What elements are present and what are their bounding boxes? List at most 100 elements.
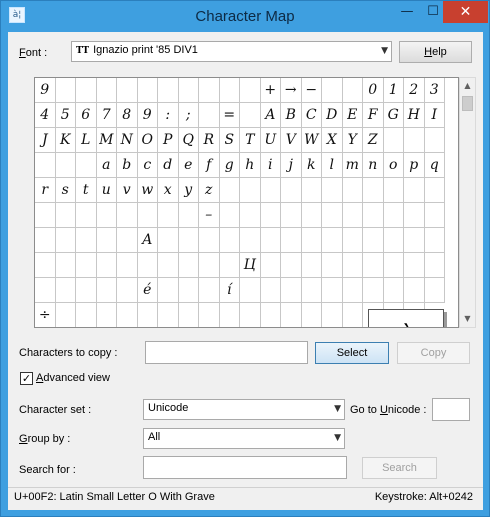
- character-cell[interactable]: c: [137, 153, 158, 178]
- character-cell[interactable]: d: [158, 153, 179, 178]
- character-cell[interactable]: [117, 228, 138, 253]
- character-cell[interactable]: [342, 278, 363, 303]
- character-cell[interactable]: y: [178, 178, 199, 203]
- character-cell[interactable]: [261, 303, 281, 327]
- character-cell[interactable]: Q: [178, 128, 199, 153]
- character-cell[interactable]: [178, 253, 199, 278]
- character-cell[interactable]: [199, 78, 220, 103]
- character-cell[interactable]: J: [35, 128, 56, 153]
- character-cell[interactable]: [424, 228, 445, 253]
- character-cell[interactable]: [363, 278, 384, 303]
- character-cell[interactable]: Y: [342, 128, 363, 153]
- character-cell[interactable]: [301, 278, 322, 303]
- character-cell[interactable]: [158, 203, 179, 228]
- character-cell[interactable]: :: [158, 103, 179, 128]
- character-cell[interactable]: [76, 153, 97, 178]
- character-cell[interactable]: U: [260, 128, 281, 153]
- character-cell[interactable]: [363, 228, 384, 253]
- character-cell[interactable]: [96, 228, 117, 253]
- character-cell[interactable]: W: [301, 128, 322, 153]
- character-cell[interactable]: [383, 253, 404, 278]
- character-cell[interactable]: [117, 303, 138, 327]
- character-cell[interactable]: [342, 178, 363, 203]
- character-cell[interactable]: p: [404, 153, 425, 178]
- character-cell[interactable]: [383, 128, 404, 153]
- character-cell[interactable]: Ц: [240, 253, 261, 278]
- character-cell[interactable]: [281, 253, 302, 278]
- character-cell[interactable]: i: [260, 153, 281, 178]
- character-cell[interactable]: [424, 178, 445, 203]
- character-cell[interactable]: [96, 253, 117, 278]
- character-cell[interactable]: f: [199, 153, 220, 178]
- character-cell[interactable]: [137, 253, 158, 278]
- search-button[interactable]: Search: [362, 457, 437, 479]
- character-cell[interactable]: [137, 78, 158, 103]
- character-cell[interactable]: [260, 178, 281, 203]
- character-cell[interactable]: [322, 178, 343, 203]
- character-cell[interactable]: [56, 303, 76, 327]
- character-cell[interactable]: t: [76, 178, 97, 203]
- character-cell[interactable]: [55, 203, 76, 228]
- character-cell[interactable]: [178, 203, 199, 228]
- character-cell[interactable]: o: [383, 153, 404, 178]
- character-cell[interactable]: 9: [137, 103, 158, 128]
- character-cell[interactable]: [117, 253, 138, 278]
- character-cell[interactable]: a: [96, 153, 117, 178]
- character-cell[interactable]: [404, 278, 425, 303]
- advanced-view-checkbox[interactable]: ✓: [20, 372, 33, 385]
- character-cell[interactable]: [35, 228, 56, 253]
- character-cell[interactable]: G: [383, 103, 404, 128]
- character-cell[interactable]: [35, 203, 56, 228]
- character-cell[interactable]: [219, 203, 240, 228]
- character-cell[interactable]: H: [404, 103, 425, 128]
- character-cell[interactable]: [281, 178, 302, 203]
- search-input[interactable]: [143, 456, 347, 479]
- character-cell[interactable]: [117, 203, 138, 228]
- character-cell[interactable]: F: [363, 103, 384, 128]
- character-cell[interactable]: [76, 278, 97, 303]
- character-cell[interactable]: 5: [55, 103, 76, 128]
- character-cell[interactable]: [342, 253, 363, 278]
- character-cell[interactable]: [301, 203, 322, 228]
- character-cell[interactable]: P: [158, 128, 179, 153]
- scroll-up-icon[interactable]: ▲: [460, 78, 475, 94]
- character-cell[interactable]: [158, 78, 179, 103]
- character-cell[interactable]: [281, 203, 302, 228]
- character-cell[interactable]: [76, 203, 97, 228]
- character-cell[interactable]: L: [76, 128, 97, 153]
- character-cell[interactable]: C: [301, 103, 322, 128]
- character-cell[interactable]: h: [240, 153, 261, 178]
- scroll-down-icon[interactable]: ▼: [460, 311, 475, 327]
- character-cell[interactable]: [281, 303, 302, 327]
- character-cell[interactable]: [363, 253, 384, 278]
- character-cell[interactable]: Z: [363, 128, 384, 153]
- character-cell[interactable]: 3: [424, 78, 445, 103]
- character-cell[interactable]: [322, 278, 343, 303]
- character-cell[interactable]: [424, 278, 445, 303]
- character-cell[interactable]: ;: [178, 103, 199, 128]
- character-cell[interactable]: D: [322, 103, 343, 128]
- character-cell[interactable]: j: [281, 153, 302, 178]
- character-cell[interactable]: [342, 78, 363, 103]
- character-cell[interactable]: [35, 253, 56, 278]
- character-cell[interactable]: [178, 278, 199, 303]
- character-cell[interactable]: [55, 78, 76, 103]
- character-cell[interactable]: 7: [96, 103, 117, 128]
- character-cell[interactable]: [138, 303, 158, 327]
- character-cell[interactable]: [281, 228, 302, 253]
- character-cell[interactable]: [35, 278, 56, 303]
- character-cell[interactable]: E: [342, 103, 363, 128]
- character-cell[interactable]: K: [55, 128, 76, 153]
- character-cell[interactable]: [343, 303, 363, 327]
- character-cell[interactable]: [178, 78, 199, 103]
- character-cell[interactable]: B: [281, 103, 302, 128]
- character-set-dropdown[interactable]: Unicode ▼: [143, 399, 345, 420]
- character-cell[interactable]: [322, 303, 343, 327]
- character-cell[interactable]: [55, 153, 76, 178]
- character-cell[interactable]: [383, 278, 404, 303]
- character-cell[interactable]: [404, 178, 425, 203]
- character-cell[interactable]: I: [424, 103, 445, 128]
- character-cell[interactable]: g: [219, 153, 240, 178]
- character-cell[interactable]: S: [219, 128, 240, 153]
- character-cell[interactable]: ÷: [35, 303, 56, 327]
